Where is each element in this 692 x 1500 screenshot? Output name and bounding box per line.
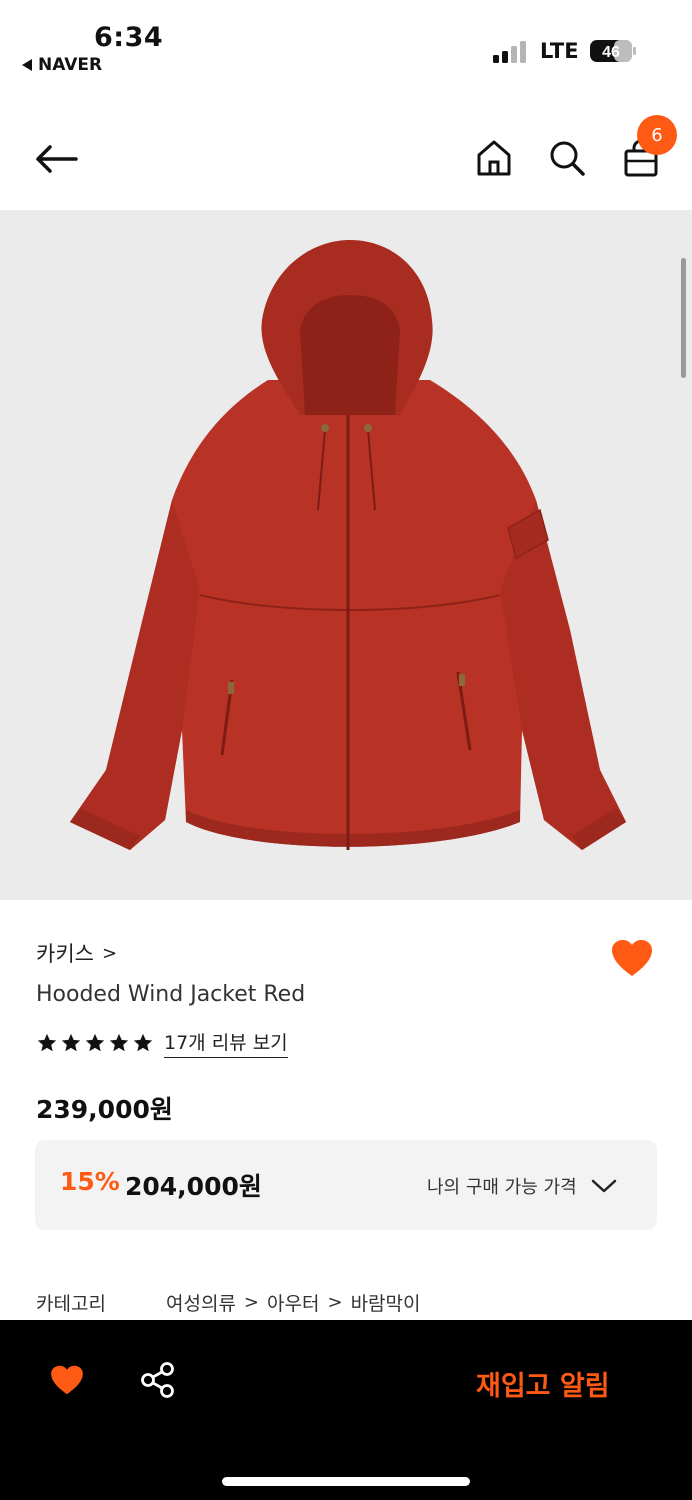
- category-level-3[interactable]: 바람막이: [351, 1289, 421, 1316]
- bottom-action-bar: 재입고 알림: [0, 1320, 692, 1500]
- star-icon: [133, 1033, 153, 1052]
- star-icon: [37, 1033, 57, 1052]
- chevron-down-icon: [591, 1179, 616, 1193]
- product-image[interactable]: [0, 210, 692, 900]
- chevron-right-icon: >: [101, 942, 118, 964]
- category-breadcrumb: 여성의류 > 아우터 > 바람막이: [166, 1289, 420, 1316]
- top-nav: [0, 110, 692, 208]
- rating-row: 17개 리뷰 보기: [36, 1028, 288, 1058]
- category-label: 카테고리: [36, 1293, 106, 1315]
- home-indicator[interactable]: [222, 1477, 470, 1486]
- share-icon: [141, 1362, 174, 1398]
- status-bar: 6:34 NAVER LTE 46: [0, 0, 692, 100]
- heart-icon: [51, 1365, 83, 1395]
- sale-price: 204,000원: [125, 1172, 262, 1201]
- category-level-2[interactable]: 아우터: [267, 1289, 319, 1316]
- red-jacket-illustration: [70, 240, 626, 850]
- brand-name: 카키스: [36, 942, 94, 966]
- battery-icon: 46: [590, 40, 636, 62]
- my-price-label: 나의 구매 가능 가격: [427, 1177, 577, 1198]
- cart-count-badge: 6: [637, 115, 677, 155]
- product-title: Hooded Wind Jacket Red: [36, 982, 306, 1007]
- home-button[interactable]: [470, 132, 518, 184]
- arrow-left-icon: [36, 145, 78, 173]
- heart-icon: [612, 940, 652, 976]
- bottom-wishlist-button[interactable]: [48, 1362, 86, 1398]
- image-scrollbar[interactable]: [681, 258, 686, 378]
- wishlist-button[interactable]: [608, 936, 656, 980]
- signal-icon: [493, 41, 526, 63]
- discount-percent: 15%: [60, 1167, 120, 1196]
- share-button[interactable]: [138, 1360, 178, 1400]
- star-icon: [85, 1033, 105, 1052]
- star-icon: [61, 1033, 81, 1052]
- review-link[interactable]: 17개 리뷰 보기: [164, 1028, 288, 1058]
- search-button[interactable]: [543, 132, 591, 184]
- chevron-right-icon: >: [243, 1292, 260, 1313]
- back-app-label: NAVER: [38, 55, 103, 75]
- my-price-toggle[interactable]: 나의 구매 가능 가격: [427, 1173, 617, 1199]
- network-type: LTE: [540, 39, 579, 63]
- back-to-app-link[interactable]: NAVER: [22, 55, 102, 75]
- discount-price-box[interactable]: 15% 204,000원 나의 구매 가능 가격: [35, 1140, 657, 1230]
- search-icon: [550, 141, 585, 176]
- brand-link[interactable]: 카키스 >: [36, 938, 117, 968]
- restock-alert-button[interactable]: 재입고 알림: [476, 1364, 610, 1403]
- home-icon: [477, 140, 511, 176]
- chevron-right-icon: >: [327, 1292, 343, 1313]
- original-price: 239,000원: [36, 1095, 173, 1124]
- star-icon: [109, 1033, 129, 1052]
- battery-level: 46: [602, 44, 620, 61]
- back-triangle-icon: [22, 59, 32, 71]
- back-button[interactable]: [28, 134, 84, 184]
- category-level-1[interactable]: 여성의류: [166, 1289, 236, 1316]
- status-time: 6:34: [94, 22, 164, 53]
